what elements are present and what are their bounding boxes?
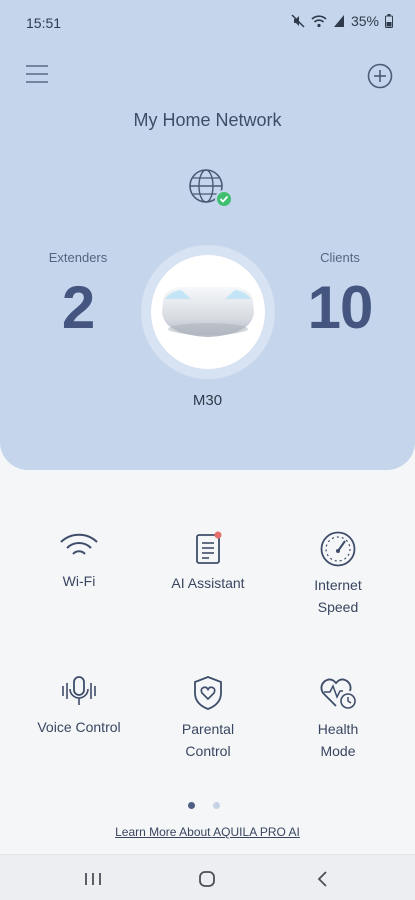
page-dot-1[interactable]: [188, 802, 195, 809]
tile-wifi[interactable]: Wi-Fi: [19, 530, 139, 592]
heart-clock-icon: [320, 678, 356, 709]
extenders-label: Extenders: [48, 250, 108, 265]
tile-ai-assistant-label: AI Assistant: [171, 575, 245, 591]
main-router-device[interactable]: [141, 245, 275, 379]
status-icons: 35%: [291, 13, 393, 29]
tile-ai-assistant[interactable]: AI Assistant: [148, 530, 268, 594]
mesh-router-icon: [162, 287, 254, 337]
clients-count: 10: [307, 274, 374, 341]
notification-dot: [214, 531, 222, 539]
status-time: 15:51: [26, 15, 62, 31]
tile-internet-speed[interactable]: Internet Speed: [278, 530, 398, 618]
learn-more-link[interactable]: Learn More About AQUILA PRO AI: [0, 825, 415, 839]
wifi-icon: [311, 15, 327, 28]
ai-assistant-icon: [196, 531, 222, 564]
clients-label: Clients: [320, 250, 360, 265]
system-navigation-bar: [0, 854, 415, 900]
device-name: M30: [192, 392, 223, 409]
extenders-count: 2: [61, 274, 95, 341]
tile-parental-line2: Control: [185, 743, 231, 759]
recent-apps-button[interactable]: [78, 867, 108, 891]
tile-voice-control[interactable]: Voice Control: [19, 674, 139, 738]
tile-health-line2: Mode: [320, 743, 356, 759]
tile-parental-control[interactable]: Parental Control: [148, 674, 268, 762]
tile-internet-speed-line1: Internet: [314, 577, 362, 593]
page-dot-2[interactable]: [213, 802, 220, 809]
recent-apps-icon: [85, 873, 101, 885]
globe-check-icon[interactable]: [186, 168, 234, 210]
tile-wifi-label: Wi-Fi: [62, 573, 96, 589]
tile-health-line1: Health: [317, 721, 359, 737]
signal-icon: [333, 15, 344, 27]
tile-internet-speed-line2: Speed: [317, 599, 359, 615]
extenders-stat[interactable]: Extenders 2: [28, 250, 128, 342]
microphone-icon: [62, 676, 96, 705]
battery-percent: 35%: [350, 13, 379, 29]
add-circle-icon[interactable]: [366, 62, 394, 90]
back-chevron-icon: [317, 871, 327, 887]
hamburger-menu-icon[interactable]: [24, 62, 50, 86]
home-icon: [199, 871, 215, 887]
tile-health-mode[interactable]: Health Mode: [278, 674, 398, 762]
mute-icon: [291, 14, 305, 28]
tile-parental-control-label: Parental Control: [148, 718, 268, 762]
router-image: [151, 255, 265, 369]
page-indicator: [188, 802, 220, 809]
status-bar: 15:51 35%: [0, 0, 415, 44]
wifi-icon: [60, 533, 98, 555]
clients-stat[interactable]: Clients 10: [290, 250, 390, 342]
tile-voice-control-label: Voice Control: [37, 719, 121, 735]
shield-heart-icon: [194, 676, 222, 710]
back-button[interactable]: [308, 867, 338, 891]
home-button[interactable]: [192, 867, 222, 891]
tile-parental-line1: Parental: [181, 721, 235, 737]
speedometer-icon: [320, 531, 356, 567]
battery-icon: [385, 14, 393, 28]
tile-internet-speed-label: Internet Speed: [278, 574, 398, 618]
tile-health-mode-label: Health Mode: [278, 718, 398, 762]
network-title: My Home Network: [133, 110, 282, 130]
